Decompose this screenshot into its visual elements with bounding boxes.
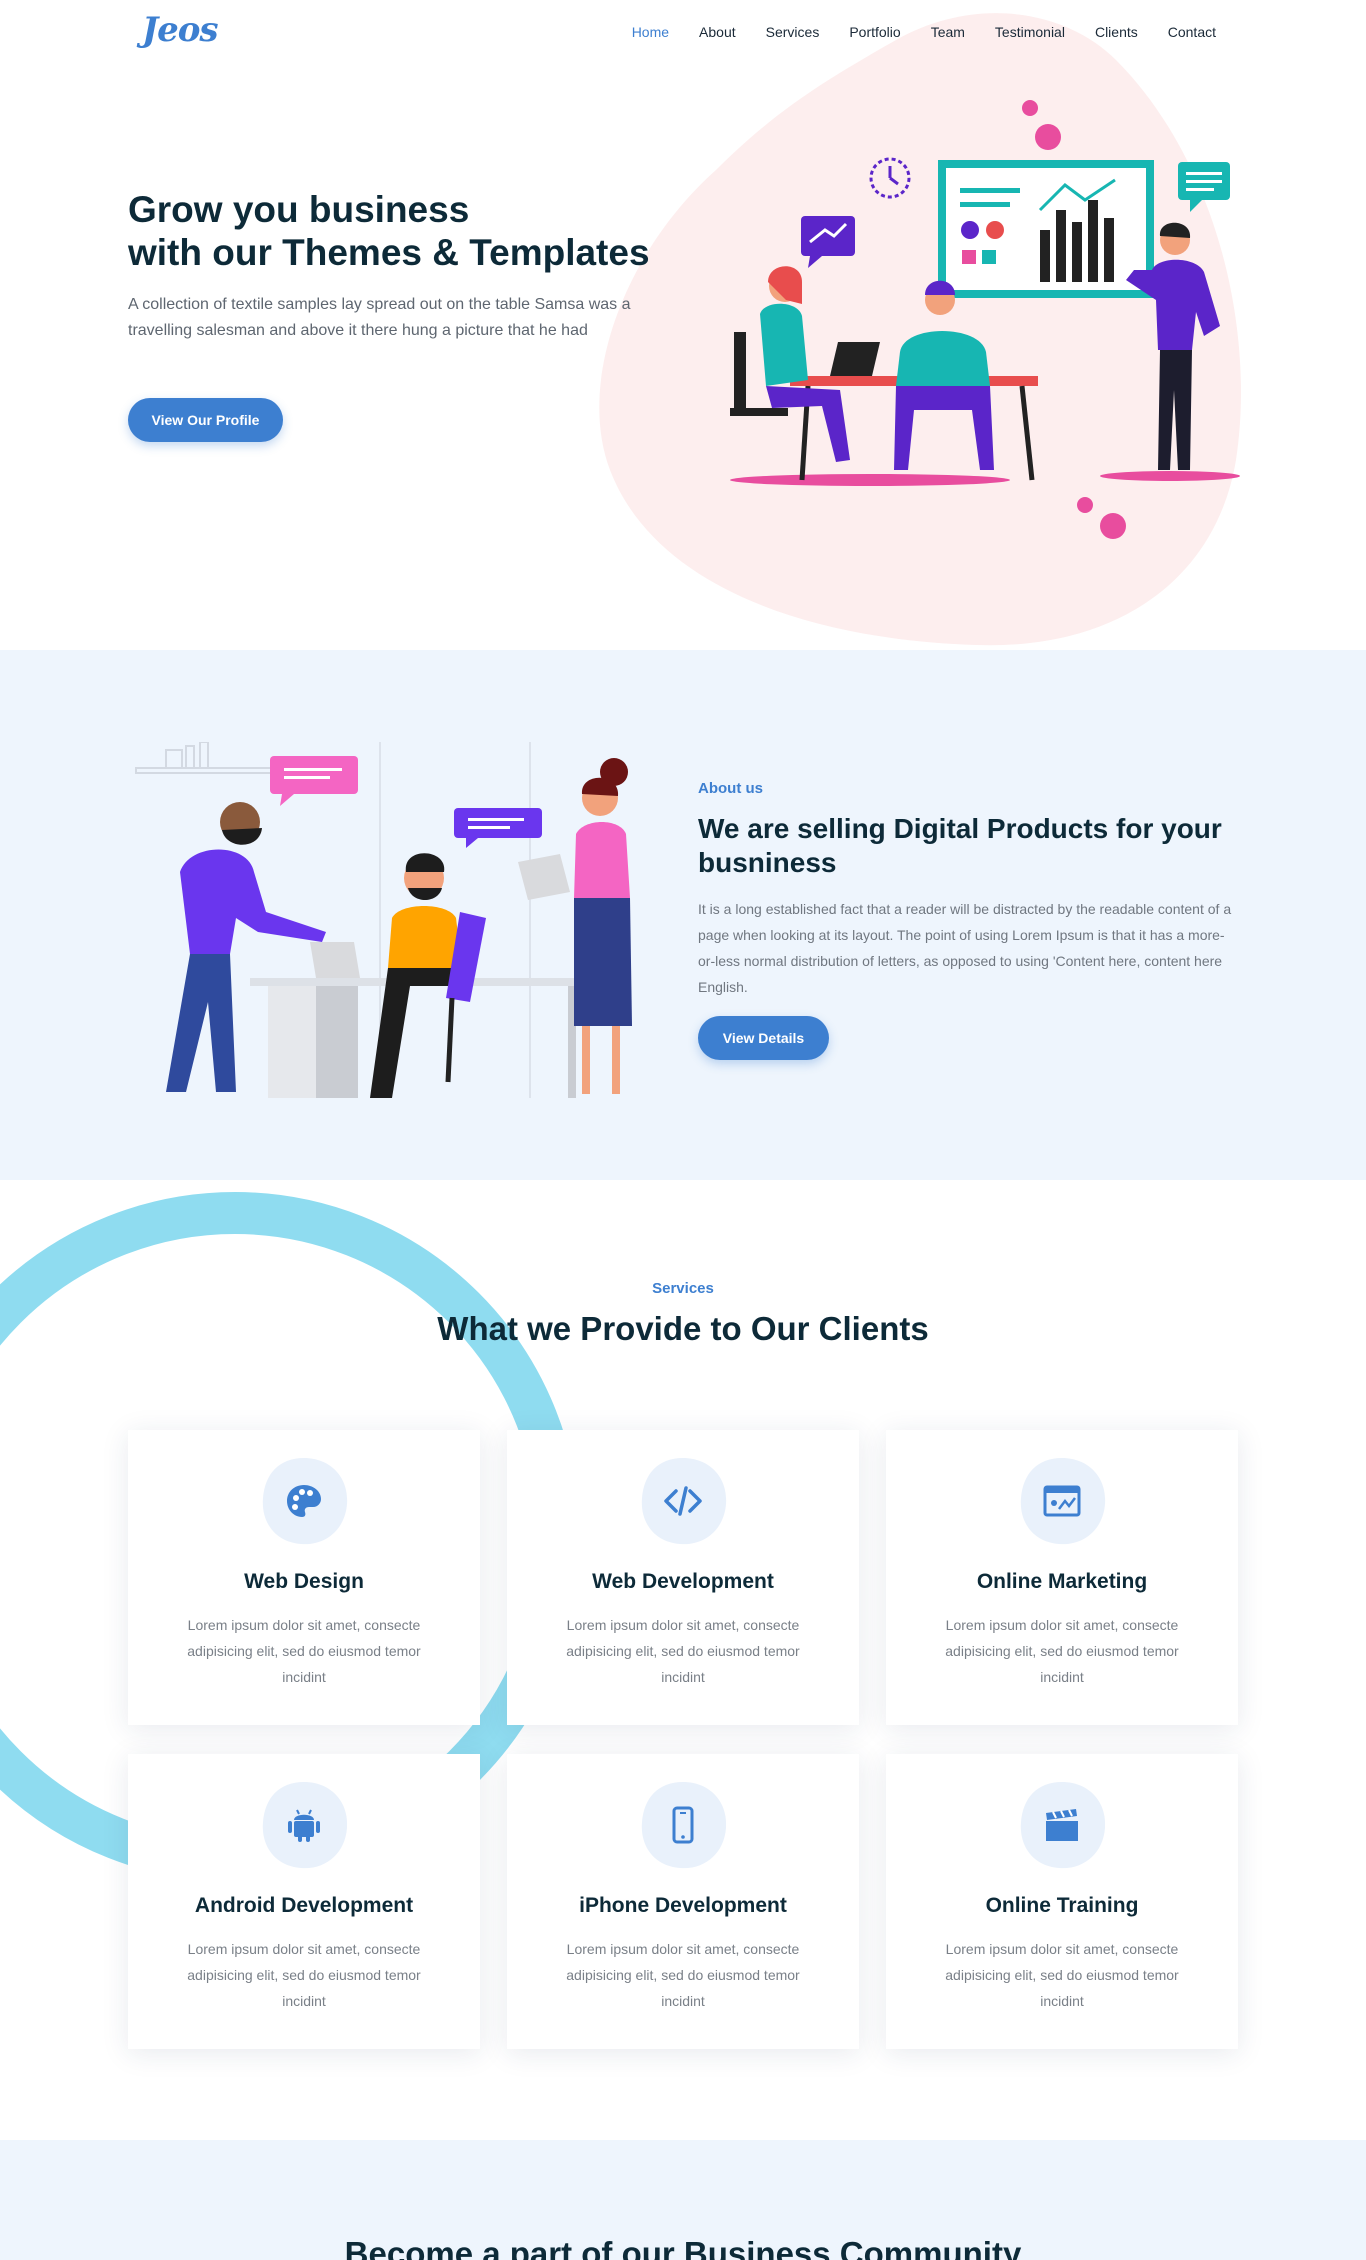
service-card-title: Web Design — [244, 1570, 364, 1593]
service-card-description: Lorem ipsum dolor sit amet, consecte adi… — [945, 1941, 1179, 2009]
browser-chart-icon — [1043, 1485, 1081, 1517]
service-card-description: Lorem ipsum dolor sit amet, consecte adi… — [566, 1941, 800, 2009]
nav-item-services[interactable]: Services — [766, 24, 820, 40]
about-kicker: About us — [698, 780, 763, 797]
service-card-online-marketing[interactable]: Online Marketing Lorem ipsum dolor sit a… — [886, 1430, 1238, 1725]
android-icon — [288, 1809, 320, 1842]
main-menu: Home About Services Portfolio Team Testi… — [602, 24, 1216, 40]
hero-description: A collection of textile samples lay spre… — [128, 296, 631, 339]
view-details-button[interactable]: View Details — [698, 1016, 829, 1060]
service-card-online-training[interactable]: Online Training Lorem ipsum dolor sit am… — [886, 1754, 1238, 2049]
brand-logo[interactable]: Jeos — [142, 10, 219, 50]
hero-title-line-2: with our Themes & Templates — [128, 232, 650, 273]
service-card-title: Android Development — [194, 1894, 414, 1917]
service-card-title: Online Training — [985, 1894, 1139, 1917]
service-card-description: Lorem ipsum dolor sit amet, consecte adi… — [187, 1941, 421, 2009]
nav-item-about[interactable]: About — [699, 24, 736, 40]
about-section: About us We are selling Digital Products… — [0, 650, 1366, 1180]
service-card-title: Web Development — [592, 1570, 774, 1593]
top-navigation: Jeos Home About Services Portfolio Team … — [0, 0, 1366, 66]
about-description: It is a long established fact that a rea… — [698, 901, 1232, 995]
service-card-iphone-development[interactable]: iPhone Development Lorem ipsum dolor sit… — [507, 1754, 859, 2049]
hero-title-line-1: Grow you business — [128, 189, 470, 230]
nav-item-clients[interactable]: Clients — [1095, 24, 1138, 40]
service-card-android-development[interactable]: Android Development Lorem ipsum dolor si… — [128, 1754, 480, 2049]
about-team-illustration — [135, 742, 632, 1098]
nav-item-contact[interactable]: Contact — [1168, 24, 1216, 40]
service-card-description: Lorem ipsum dolor sit amet, consecte adi… — [566, 1617, 800, 1685]
community-section: Become a part of our Business Community — [0, 2140, 1366, 2260]
service-card-title: iPhone Development — [579, 1894, 787, 1917]
services-title: What we Provide to Our Clients — [437, 1310, 929, 1347]
view-profile-button[interactable]: View Our Profile — [128, 398, 283, 442]
clapperboard-icon — [1046, 1809, 1078, 1841]
nav-item-testimonial[interactable]: Testimonial — [995, 24, 1065, 40]
nav-item-home[interactable]: Home — [632, 24, 669, 40]
palette-icon — [287, 1485, 321, 1517]
service-card-web-development[interactable]: Web Development Lorem ipsum dolor sit am… — [507, 1430, 859, 1725]
community-title: Become a part of our Business Community — [344, 2235, 1022, 2260]
hero-title: Grow you business with our Themes & Temp… — [128, 188, 688, 274]
service-card-web-design[interactable]: Web Design Lorem ipsum dolor sit amet, c… — [128, 1430, 480, 1725]
nav-item-portfolio[interactable]: Portfolio — [849, 24, 900, 40]
service-card-description: Lorem ipsum dolor sit amet, consecte adi… — [945, 1617, 1179, 1685]
hero-section: Grow you business with our Themes & Temp… — [0, 0, 1366, 650]
nav-item-team[interactable]: Team — [931, 24, 965, 40]
about-title: We are selling Digital Products for your… — [698, 813, 1222, 878]
hero-office-illustration — [730, 100, 1240, 539]
code-icon — [664, 1486, 702, 1516]
phone-icon — [672, 1806, 694, 1844]
services-section: Services What we Provide to Our Clients … — [0, 1180, 1366, 2140]
service-card-description: Lorem ipsum dolor sit amet, consecte adi… — [187, 1617, 421, 1685]
service-card-title: Online Marketing — [976, 1570, 1148, 1593]
services-kicker: Services — [652, 1280, 714, 1297]
